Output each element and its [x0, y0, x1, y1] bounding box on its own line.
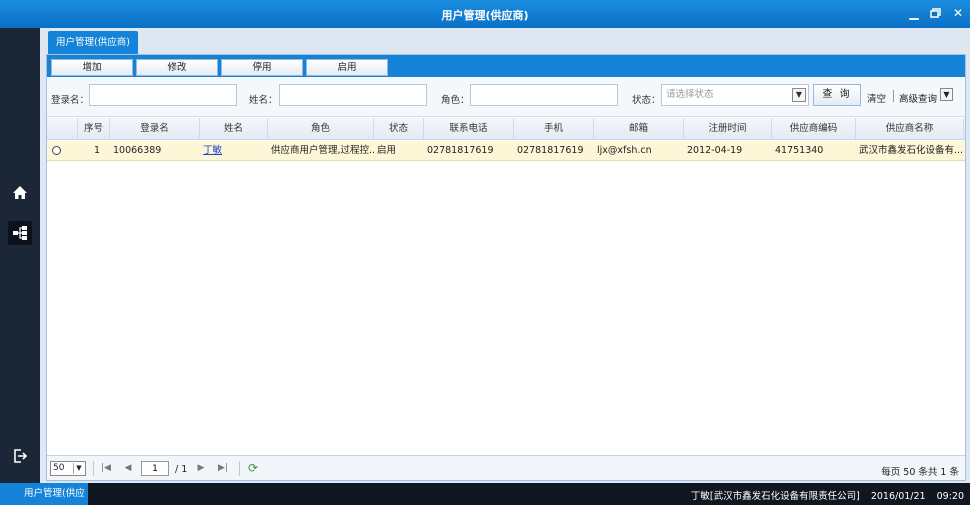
login-input[interactable]	[89, 84, 237, 106]
window-title: 用户管理(供应商)	[441, 9, 529, 22]
search-bar: 登录名： 姓名： 角色： 状态： 请选择状态 ▼ 查 询 清空 高级查询 ▼	[47, 77, 965, 117]
cell-supplier-name: 武汉市鑫发石化设备有...	[859, 145, 964, 156]
status-select[interactable]: 请选择状态 ▼	[661, 84, 809, 106]
divider	[239, 461, 240, 476]
total-pages: / 1	[175, 464, 188, 475]
clear-link[interactable]: 清空	[867, 91, 886, 105]
logout-icon[interactable]	[8, 444, 32, 468]
home-icon[interactable]	[8, 180, 32, 204]
restore-icon[interactable]	[930, 6, 942, 20]
name-input[interactable]	[279, 84, 427, 106]
window-controls: ▁ ✕	[908, 6, 964, 20]
header-name[interactable]: 姓名	[200, 118, 268, 139]
next-page-icon[interactable]: ▶	[194, 461, 208, 476]
tab-strip: 用户管理(供应商)	[40, 28, 970, 58]
main-area: 用户管理(供应商) 增加 修改 停用 启用 登录名： 姓名： 角色： 状态： 请…	[40, 28, 970, 483]
current-date: 2016/01/21	[870, 491, 926, 502]
first-page-icon[interactable]: |◀	[99, 461, 113, 476]
divider	[93, 461, 94, 476]
header-checkbox-col	[47, 118, 78, 139]
cell-index: 1	[93, 145, 100, 156]
header-status[interactable]: 状态	[374, 118, 424, 139]
chevron-down-icon[interactable]: ▼	[792, 88, 806, 102]
divider	[893, 90, 894, 102]
chevron-down-icon[interactable]: ▼	[73, 463, 84, 474]
page-size-select[interactable]: 50 ▼	[50, 461, 86, 476]
current-time: 09:20	[936, 491, 964, 502]
user-name-link[interactable]: 丁敏	[203, 145, 222, 156]
org-structure-icon[interactable]	[8, 221, 32, 245]
cell-phone: 02781817619	[427, 145, 494, 156]
title-bar: 用户管理(供应商) ▁ ✕	[0, 0, 970, 28]
status-label: 状态：	[632, 95, 661, 106]
prev-page-icon[interactable]: ◀	[121, 461, 135, 476]
name-label: 姓名：	[249, 95, 278, 106]
refresh-icon[interactable]: ⟳	[246, 461, 260, 476]
row-radio[interactable]	[52, 146, 61, 155]
header-role[interactable]: 角色	[268, 118, 374, 139]
chevron-down-icon[interactable]: ▼	[940, 88, 953, 101]
role-input[interactable]	[470, 84, 618, 106]
cell-supplier-code: 41751340	[775, 145, 824, 156]
header-phone[interactable]: 联系电话	[424, 118, 514, 139]
header-supplier-name[interactable]: 供应商名称	[856, 118, 964, 139]
pager-info: 每页 50 条共 1 条	[881, 467, 959, 478]
cell-role: 供应商用户管理,过程控...	[271, 145, 374, 156]
close-icon[interactable]: ✕	[952, 6, 964, 20]
header-mobile[interactable]: 手机	[514, 118, 594, 139]
current-user: 丁敏[武汉市鑫发石化设备有限责任公司]	[690, 491, 860, 502]
query-button[interactable]: 查 询	[813, 84, 861, 106]
last-page-icon[interactable]: ▶|	[216, 461, 230, 476]
header-supplier-code[interactable]: 供应商编码	[772, 118, 856, 139]
cell-name: 丁敏	[200, 141, 268, 160]
cell-email: ljx@xfsh.cn	[597, 145, 652, 156]
taskbar-item-user-management[interactable]: 用户管理(供应	[0, 483, 88, 505]
page-size-value: 50	[53, 463, 65, 473]
cell-mobile: 02781817619	[517, 145, 584, 156]
edit-button[interactable]: 修改	[136, 59, 218, 76]
taskbar-status: 丁敏[武汉市鑫发石化设备有限责任公司] 2016/01/21 09:20	[683, 488, 964, 502]
advanced-search-link[interactable]: 高级查询	[899, 91, 937, 105]
content-panel: 增加 修改 停用 启用 登录名： 姓名： 角色： 状态： 请选择状态 ▼ 查 询…	[46, 54, 966, 481]
cell-reg-date: 2012-04-19	[687, 145, 743, 156]
role-label: 角色：	[441, 95, 470, 106]
header-reg-date[interactable]: 注册时间	[684, 118, 772, 139]
header-login[interactable]: 登录名	[110, 118, 200, 139]
enable-button[interactable]: 启用	[306, 59, 388, 76]
header-index[interactable]: 序号	[78, 118, 110, 139]
table-row[interactable]: 1 10066389 丁敏 供应商用户管理,过程控... 启用 02781817…	[47, 141, 965, 161]
grid-header: 序号 登录名 姓名 角色 状态 联系电话 手机 邮箱 注册时间 供应商编码 供应…	[47, 118, 965, 140]
sidebar	[0, 28, 40, 483]
cell-status: 启用	[377, 145, 397, 156]
add-button[interactable]: 增加	[51, 59, 133, 76]
pager: 50 ▼ |◀ ◀ / 1 ▶ ▶| ⟳ 每页 50 条共 1 条	[47, 455, 965, 480]
disable-button[interactable]: 停用	[221, 59, 303, 76]
tab-user-management[interactable]: 用户管理(供应商)	[48, 31, 138, 58]
login-label: 登录名：	[51, 95, 90, 106]
minimize-icon[interactable]: ▁	[908, 6, 920, 20]
taskbar: 用户管理(供应 丁敏[武汉市鑫发石化设备有限责任公司] 2016/01/21 0…	[0, 483, 970, 505]
status-placeholder: 请选择状态	[666, 89, 714, 100]
page-number-input[interactable]	[141, 461, 169, 476]
cell-login: 10066389	[113, 145, 162, 156]
toolbar: 增加 修改 停用 启用	[47, 55, 965, 77]
header-email[interactable]: 邮箱	[594, 118, 684, 139]
